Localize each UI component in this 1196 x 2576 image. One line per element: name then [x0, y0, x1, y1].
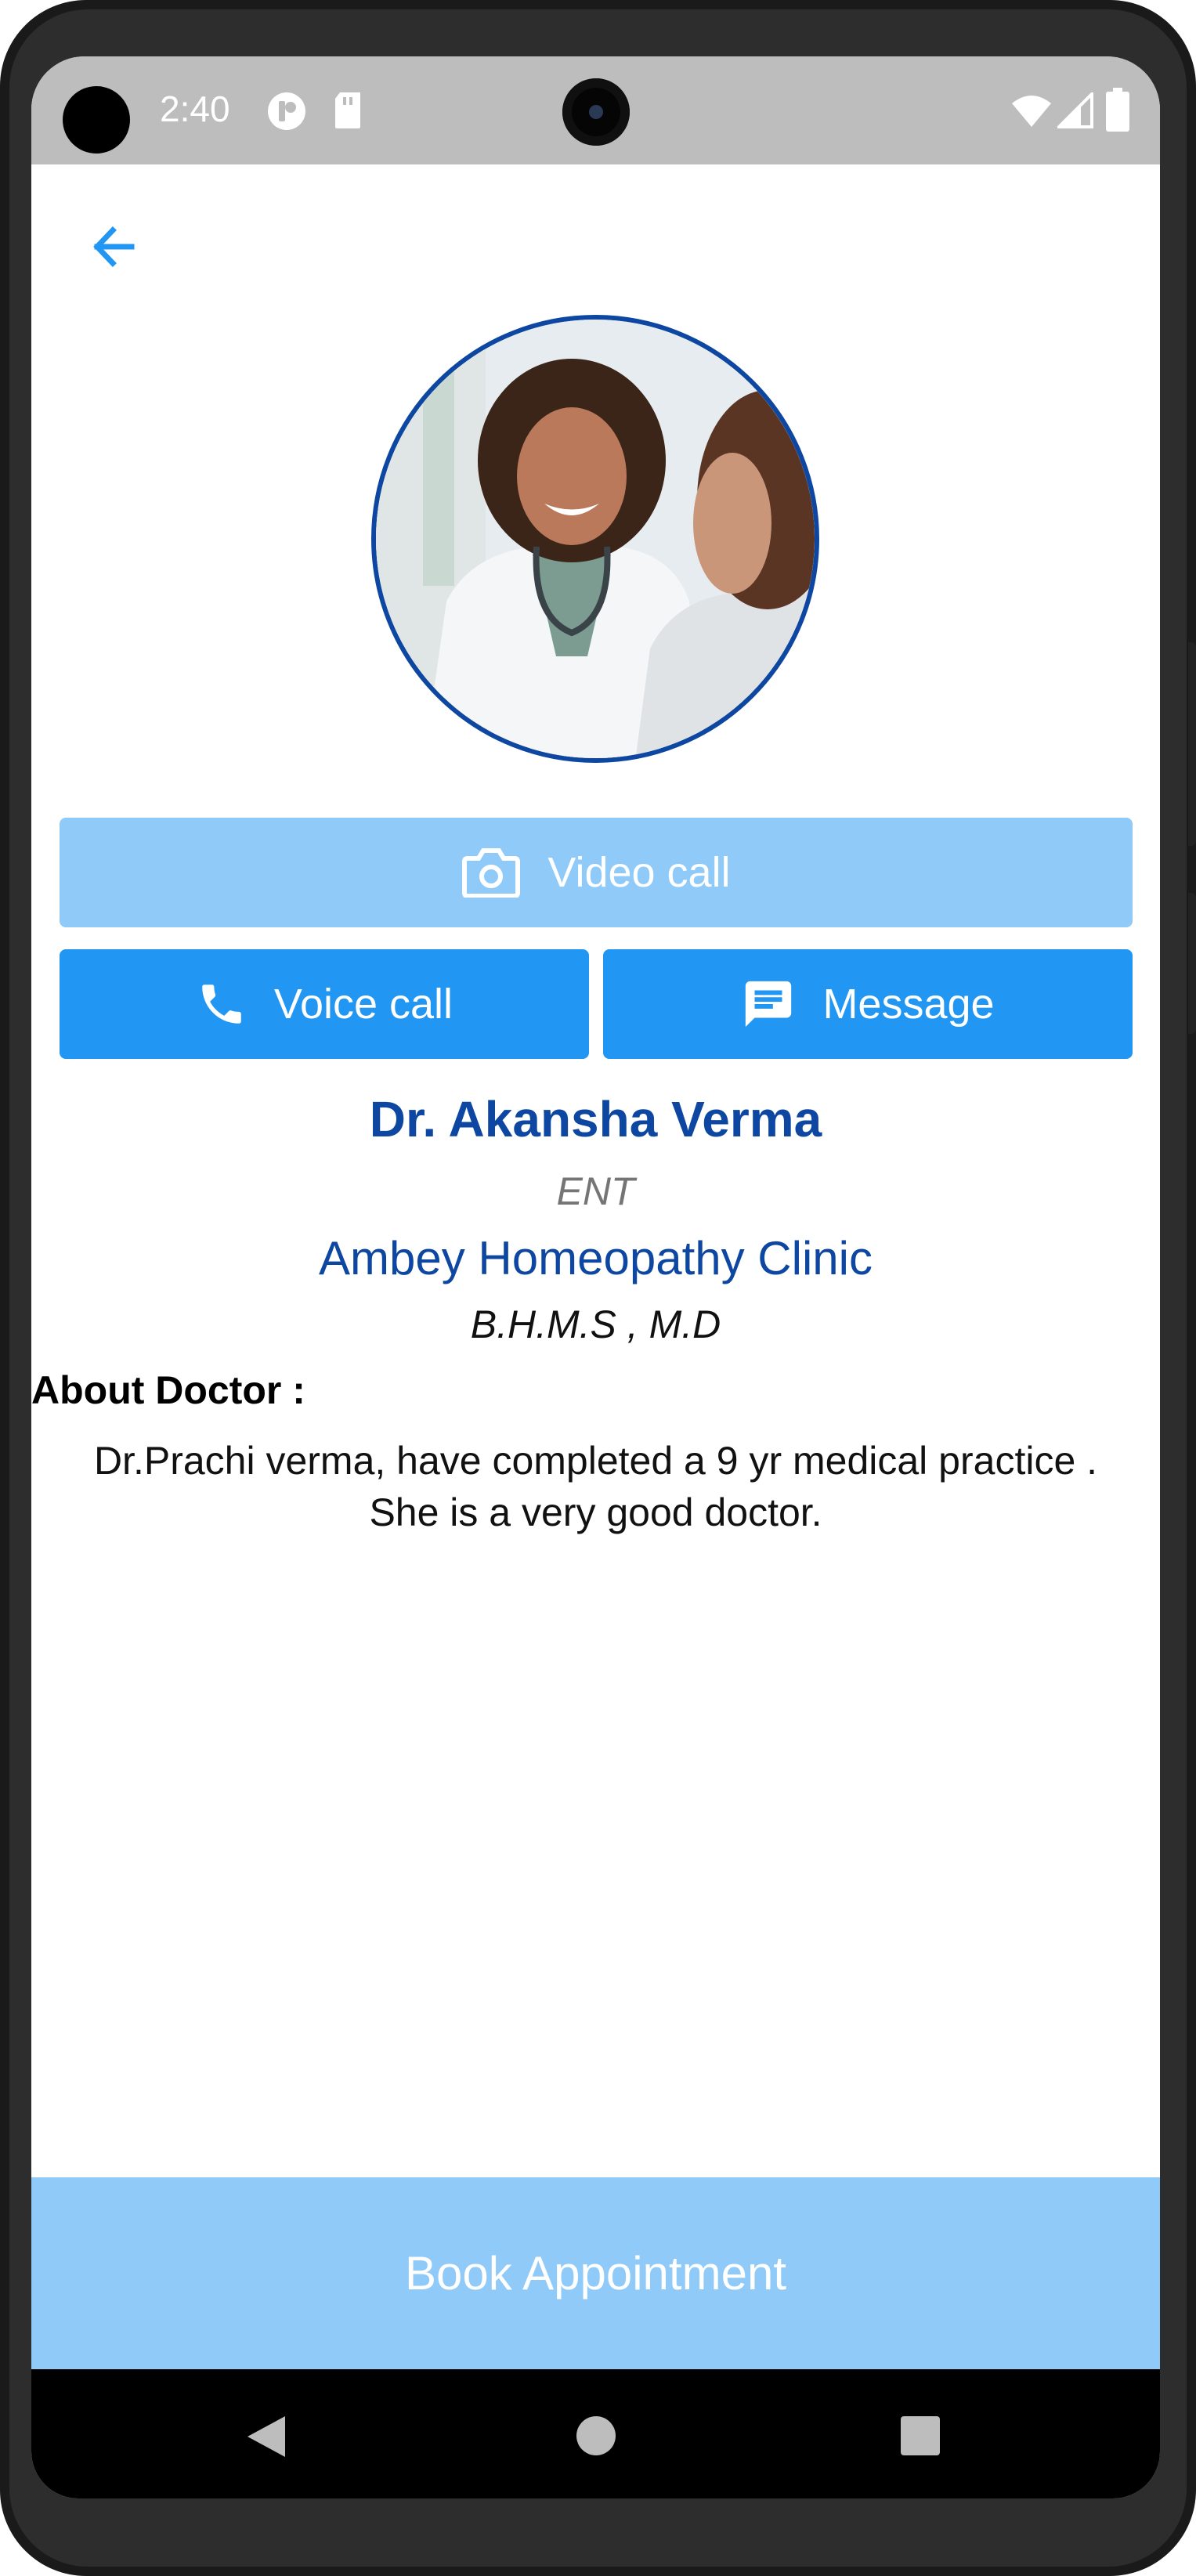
message-label: Message: [822, 981, 995, 1028]
about-line-2: She is a very good doctor.: [369, 1490, 822, 1534]
nav-back-icon[interactable]: [244, 2413, 288, 2460]
status-bar: 2:40: [31, 56, 1160, 164]
power-button: [1188, 642, 1196, 846]
book-appointment-label: Book Appointment: [404, 2247, 786, 2300]
front-camera-left: [63, 86, 130, 154]
book-appointment-button[interactable]: Book Appointment: [31, 2177, 1160, 2369]
arrow-left-icon[interactable]: [80, 211, 150, 282]
nav-home-icon[interactable]: [575, 2415, 617, 2457]
camera-icon: [462, 848, 521, 898]
clinic-name: Ambey Homeopathy Clinic: [319, 1232, 873, 1284]
doctor-degree: B.H.M.S , M.D: [470, 1302, 721, 1346]
about-line-1: Dr.Prachi verma, have completed a 9 yr m…: [93, 1439, 1098, 1483]
volume-button: [1188, 893, 1196, 1034]
voice-call-label: Voice call: [273, 981, 453, 1028]
status-time: 2:40: [160, 89, 230, 129]
voice-call-button[interactable]: Voice call: [60, 949, 589, 1059]
front-camera-center: [562, 78, 630, 146]
doctor-name: Dr. Akansha Verma: [369, 1091, 822, 1147]
doctor-avatar: [371, 315, 819, 763]
wifi-icon: [1012, 96, 1051, 127]
video-call-label: Video call: [547, 849, 731, 896]
sd-card-icon: [335, 92, 360, 128]
signal-icon: [1057, 92, 1093, 128]
phone-icon: [202, 985, 241, 1024]
doctor-specialty: ENT: [556, 1169, 635, 1213]
about-doctor-text: Dr.Prachi verma, have completed a 9 yr m…: [31, 1435, 1160, 1538]
message-icon: [746, 981, 792, 1028]
screen: 2:40 Video call Voice call Message Dr. A…: [31, 56, 1160, 2498]
video-call-button[interactable]: Video call: [60, 818, 1133, 927]
navigation-bar: [31, 2369, 1160, 2498]
battery-icon: [1106, 88, 1129, 132]
doctor-photo: [376, 320, 815, 758]
phone-frame: 2:40 Video call Voice call Message Dr. A…: [0, 0, 1196, 2576]
about-doctor-label: About Doctor :: [31, 1368, 305, 1412]
nav-recents-icon[interactable]: [899, 2415, 941, 2457]
message-button[interactable]: Message: [603, 949, 1133, 1059]
cellular-data-icon: [268, 92, 305, 130]
